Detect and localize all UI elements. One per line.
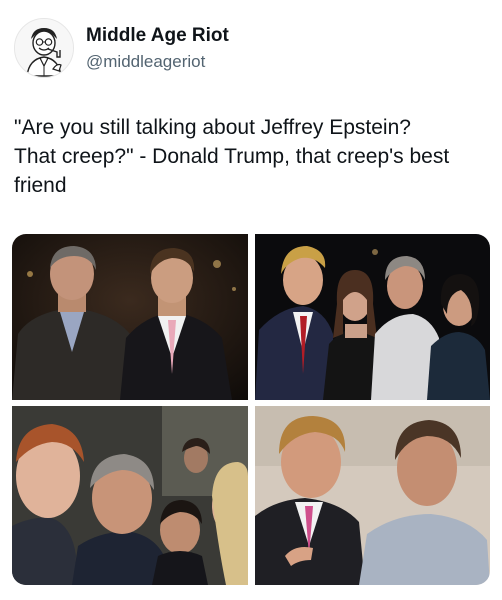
user-handle[interactable]: @middleageriot [86, 52, 205, 72]
cartoon-man-avatar-icon [15, 19, 73, 77]
tweet-card: Middle Age Riot @middleageriot "Are you … [0, 0, 502, 600]
media-photo-3[interactable] [12, 406, 248, 585]
two-men-in-suits-at-party-photo [12, 234, 248, 400]
media-photo-4[interactable] [255, 406, 490, 585]
tweet-header: Middle Age Riot @middleageriot [14, 16, 484, 80]
display-name[interactable]: Middle Age Riot [86, 25, 229, 47]
avatar[interactable] [14, 18, 74, 78]
tweet-text: "Are you still talking about Jeffrey Eps… [14, 116, 450, 197]
media-photo-2[interactable] [255, 234, 490, 400]
crowd-close-up-photo [12, 406, 248, 585]
four-people-posing-at-event-photo [255, 234, 490, 400]
media-grid[interactable] [12, 234, 490, 585]
media-photo-1[interactable] [12, 234, 248, 400]
two-men-talking-photo [255, 406, 490, 585]
